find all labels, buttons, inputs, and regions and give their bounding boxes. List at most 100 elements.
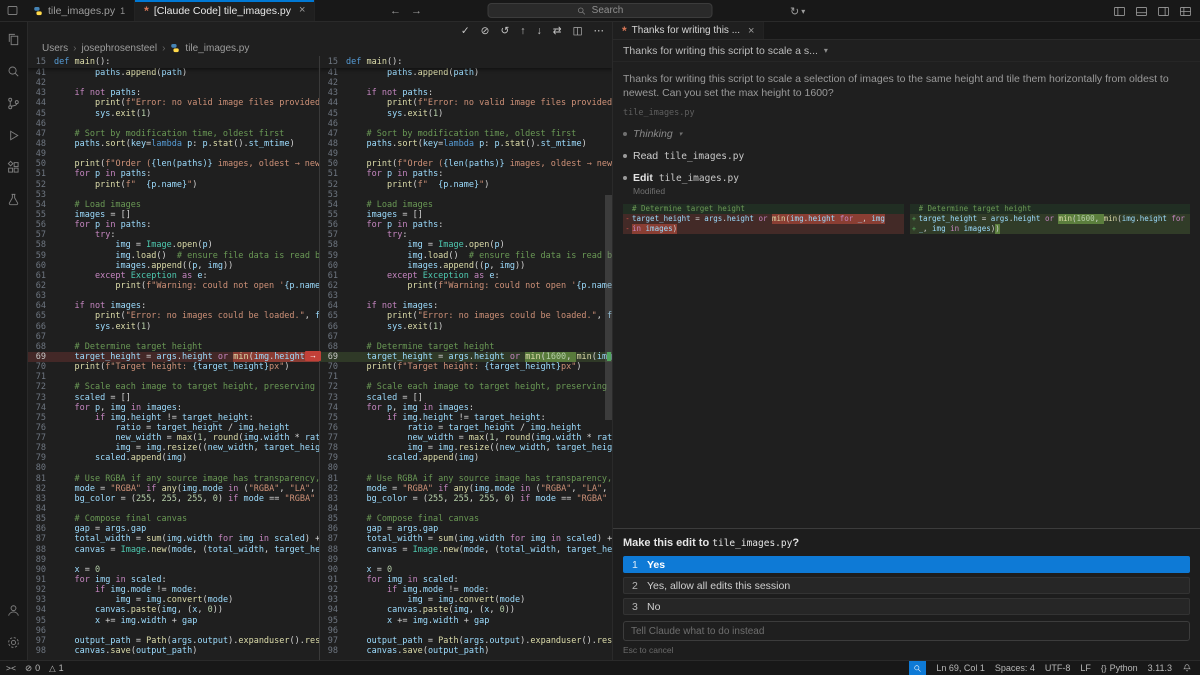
editor-tab-1[interactable]: tile_images.py1: [24, 0, 135, 21]
chevron-down-icon: ▾: [679, 130, 683, 138]
line-number: 47: [320, 129, 346, 139]
breadcrumb-file[interactable]: tile_images.py: [185, 43, 249, 54]
chat-tab[interactable]: * Thanks for writing this ... ×: [613, 22, 764, 39]
close-icon[interactable]: ×: [299, 5, 305, 16]
settings-gear-icon[interactable]: [4, 632, 24, 652]
toggle-secondary-sidebar-icon[interactable]: [1157, 5, 1170, 18]
warnings-indicator[interactable]: △1: [49, 663, 64, 674]
cursor-position[interactable]: Ln 69, Col 1: [936, 663, 985, 673]
line-number: 62: [28, 281, 54, 291]
session-dropdown[interactable]: Thanks for writing this script to scale …: [613, 40, 1200, 62]
line-number: 42: [320, 78, 346, 88]
nav-forward-icon[interactable]: →: [411, 5, 422, 17]
code-line: 94 canvas.paste(img, (x, 0)): [28, 605, 319, 615]
tell-claude-input[interactable]: [623, 621, 1190, 641]
code-line: 76 ratio = target_height / img.height: [28, 423, 319, 433]
account-icon[interactable]: [4, 600, 24, 620]
claude-icon: *: [144, 5, 149, 17]
line-number: 70: [320, 362, 346, 372]
read-label: Read: [633, 150, 658, 162]
code-line: 49: [320, 149, 612, 159]
explorer-icon[interactable]: [4, 29, 24, 49]
source-control-icon[interactable]: [4, 93, 24, 113]
code-line: 75 if img.height != target_height:: [320, 413, 612, 423]
edit-option-2[interactable]: 2Yes, allow all edits this session: [623, 577, 1190, 594]
edit-option-3[interactable]: 3No: [623, 598, 1190, 615]
undo-icon[interactable]: ↺: [500, 26, 509, 37]
code-line: 94 canvas.paste(img, (x, 0)): [320, 605, 612, 615]
code-line: 79 scaled.append(img): [320, 453, 612, 463]
line-number: 77: [28, 433, 54, 443]
nav-back-icon[interactable]: ←: [390, 5, 401, 17]
status-search-icon[interactable]: [909, 661, 926, 675]
code-line: 53: [320, 190, 612, 200]
indentation[interactable]: Spaces: 4: [995, 663, 1035, 673]
line-number: 83: [28, 494, 54, 504]
language-mode-icon: {}: [1101, 663, 1107, 673]
step-bullet-icon: [623, 176, 627, 180]
revert-change-arrow-icon[interactable]: →: [305, 351, 321, 361]
line-number: 93: [320, 595, 346, 605]
command-center-search[interactable]: Search: [488, 3, 713, 18]
extensions-icon[interactable]: [4, 157, 24, 177]
breadcrumb-item[interactable]: josephrosensteel: [81, 43, 157, 54]
diff-editor[interactable]: 15def main(): 41 paths.append(path)4243 …: [28, 56, 612, 660]
customize-layout-icon[interactable]: [1179, 5, 1192, 18]
code-line: 78 img = img.resize((new_width, target_h…: [28, 443, 319, 453]
testing-beaker-icon[interactable]: [4, 189, 24, 209]
diff-modified-pane[interactable]: 15def main(): 41 paths.append(path)4243 …: [320, 56, 612, 660]
app-menu-icon[interactable]: [0, 0, 24, 21]
line-number: 70: [28, 362, 54, 372]
close-icon[interactable]: ×: [748, 25, 754, 37]
editor-toolbar: ✓ ⊘ ↺ ↑ ↓ ⇄ ◫ ⋯: [28, 22, 612, 40]
run-debug-icon[interactable]: [4, 125, 24, 145]
editor-tab-2[interactable]: *[Claude Code] tile_images.py×: [135, 0, 315, 21]
encoding[interactable]: UTF-8: [1045, 663, 1071, 673]
remote-indicator-icon: ><: [6, 663, 16, 673]
read-step[interactable]: Read tile_images.py: [623, 150, 1190, 162]
code-line: 73 scaled = []: [28, 393, 319, 403]
prompt-file-name: tile_images.py: [712, 538, 792, 549]
code-line: 67: [28, 332, 319, 342]
prompt-options: 1Yes 2Yes, allow all edits this session 3N…: [623, 556, 1190, 615]
inline-diff-preview: # Determine target height-target_height …: [623, 204, 1190, 234]
toggle-primary-sidebar-icon[interactable]: [1113, 5, 1126, 18]
code-line: 65 print("Error: no images could be load…: [320, 311, 612, 321]
line-number: 44: [320, 98, 346, 108]
code-line: 81 # Use RGBA if any source image has tr…: [320, 474, 612, 484]
line-number: 64: [28, 301, 54, 311]
thinking-step[interactable]: Thinking ▾: [623, 128, 1190, 140]
errors-indicator[interactable]: ⊘0: [25, 663, 40, 674]
breadcrumb-item[interactable]: Users: [42, 43, 68, 54]
python-interpreter[interactable]: 3.11.3: [1148, 663, 1172, 673]
more-actions-icon[interactable]: ⋯: [594, 26, 605, 37]
code-line: 80: [320, 463, 612, 473]
split-editor-icon[interactable]: ◫: [573, 26, 583, 37]
search-sidebar-icon[interactable]: [4, 61, 24, 81]
previous-change-icon[interactable]: ↑: [520, 26, 525, 37]
edit-option-1[interactable]: 1Yes: [623, 556, 1190, 573]
line-number: 84: [28, 504, 54, 514]
language-mode[interactable]: {}Python: [1101, 663, 1138, 673]
refresh-control[interactable]: ↻ ▾: [790, 0, 805, 22]
diff-preview-line: +target_height = args.height or min(1600…: [910, 214, 1191, 224]
swap-diff-sides-icon[interactable]: ⇄: [553, 26, 562, 37]
line-number: 86: [28, 524, 54, 534]
remote-indicator[interactable]: ><: [6, 663, 16, 673]
editor-scrollbar[interactable]: [605, 195, 612, 420]
accept-change-icon[interactable]: ✓: [461, 26, 470, 37]
next-change-icon[interactable]: ↓: [537, 26, 542, 37]
eol[interactable]: LF: [1080, 663, 1091, 673]
line-number: 41: [28, 68, 54, 78]
diff-original-pane[interactable]: 15def main(): 41 paths.append(path)4243 …: [28, 56, 320, 660]
line-number: 94: [28, 605, 54, 615]
notifications-bell-icon[interactable]: [1182, 663, 1192, 673]
discard-change-icon[interactable]: ⊘: [481, 26, 490, 37]
edit-step[interactable]: Edit tile_images.py: [623, 172, 1190, 184]
user-message: Thanks for writing this script to scale …: [623, 72, 1190, 100]
code-line: 65 print("Error: no images could be load…: [28, 311, 319, 321]
code-line: 59 img.load() # ensure file data is read…: [28, 251, 319, 261]
line-number: 69: [28, 352, 54, 362]
line-number: 46: [28, 119, 54, 129]
toggle-panel-icon[interactable]: [1135, 5, 1148, 18]
